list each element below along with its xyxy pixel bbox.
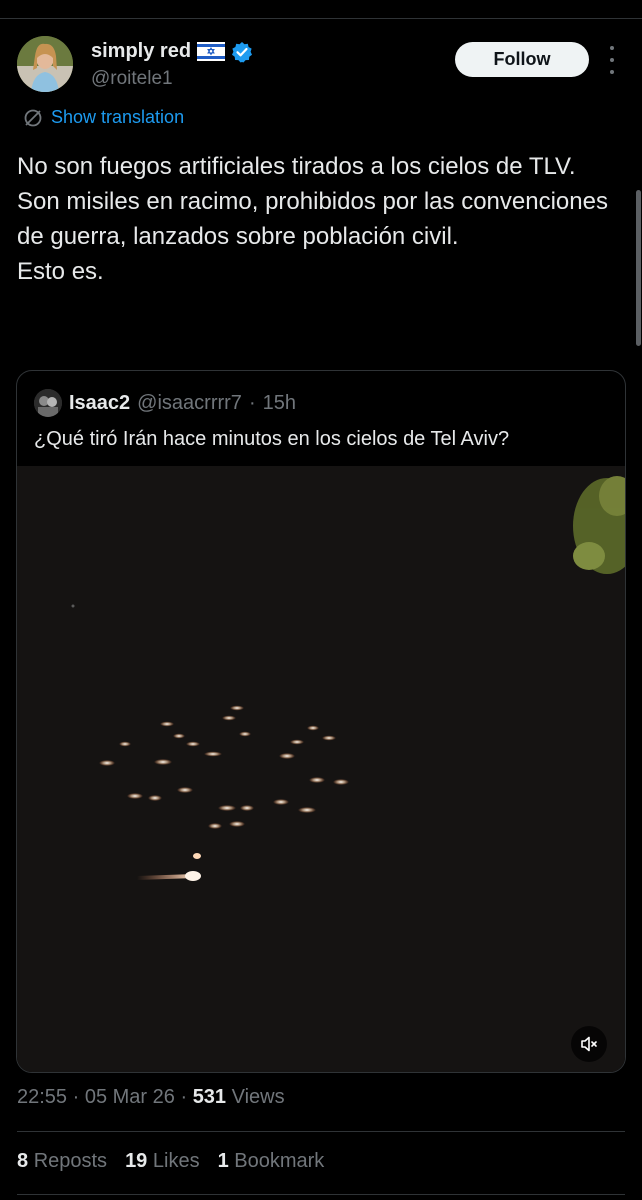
video-player[interactable] <box>17 466 625 1072</box>
author-handle[interactable]: @roitele1 <box>91 68 173 90</box>
views-label: Views <box>231 1086 285 1108</box>
post-text: No son fuegos artificiales tirados a los… <box>17 153 608 285</box>
video-frame <box>17 466 625 1072</box>
israel-flag-icon <box>197 42 226 61</box>
show-translation-link[interactable]: Show translation <box>23 107 184 128</box>
author-avatar[interactable] <box>17 36 73 92</box>
show-translation-label: Show translation <box>51 107 185 127</box>
post-time[interactable]: 22:55 <box>17 1086 67 1108</box>
likes-count: 19 <box>125 1150 148 1172</box>
divider <box>17 1131 625 1132</box>
author-name[interactable]: simply red <box>91 40 191 63</box>
reposts-count: 8 <box>17 1150 29 1172</box>
verified-badge-icon <box>231 41 253 63</box>
quoted-avatar[interactable] <box>34 389 62 417</box>
post-date[interactable]: 05 Mar 26 <box>85 1086 175 1108</box>
separator-dot: · <box>180 1086 193 1108</box>
mute-button[interactable] <box>571 1026 607 1062</box>
views-count: 531 <box>192 1086 227 1108</box>
separator-dot: · <box>72 1086 85 1108</box>
more-options-icon[interactable] <box>605 46 619 74</box>
scrollbar[interactable] <box>636 190 641 346</box>
separator-dot: · <box>248 391 256 414</box>
bookmarks-count: 1 <box>217 1150 229 1172</box>
quoted-author-handle: @isaacrrrr7 <box>137 391 242 414</box>
speaker-muted-icon <box>581 1036 597 1052</box>
top-divider <box>0 18 642 19</box>
reposts-stat[interactable]: 8 Reposts <box>17 1150 107 1173</box>
quoted-post[interactable]: Isaac2 @isaacrrrr7 · 15h ¿Qué tiró Irán … <box>16 370 626 1073</box>
follow-button[interactable]: Follow <box>455 42 589 77</box>
post-meta: 22:55 · 05 Mar 26 · 531 Views <box>17 1086 285 1109</box>
bookmarks-stat[interactable]: 1 Bookmark <box>218 1150 325 1173</box>
bookmarks-label: Bookmark <box>234 1150 325 1172</box>
quoted-text: ¿Qué tiró Irán hace minutos en los cielo… <box>34 428 510 450</box>
translate-icon <box>24 109 42 126</box>
quoted-time: 15h <box>262 391 296 414</box>
engagement-stats: 8 Reposts 19 Likes 1 Bookmark <box>17 1150 324 1173</box>
likes-label: Likes <box>152 1150 200 1172</box>
likes-stat[interactable]: 19 Likes <box>125 1150 200 1173</box>
reposts-label: Reposts <box>33 1150 108 1172</box>
quoted-author-name: Isaac2 <box>69 391 131 414</box>
divider <box>17 1194 625 1195</box>
